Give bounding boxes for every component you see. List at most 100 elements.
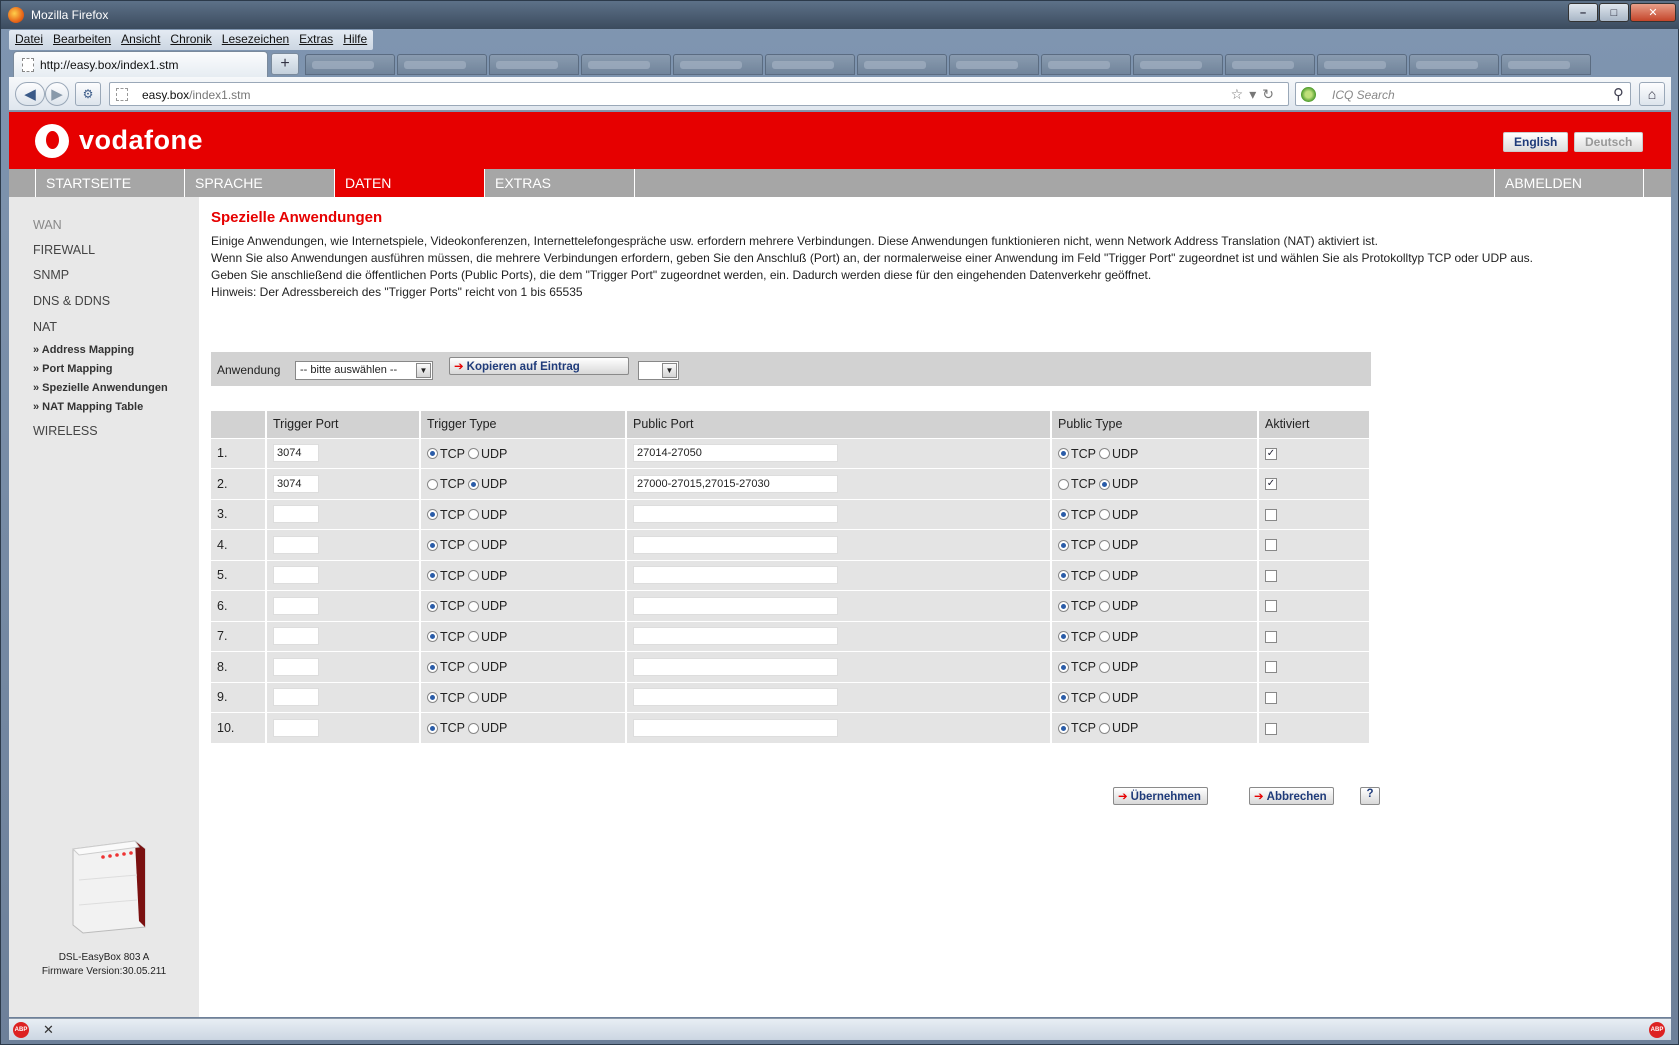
trigger-tcp-radio[interactable]: [427, 448, 438, 460]
nav-sprache[interactable]: SPRACHE: [185, 169, 335, 197]
trigger-port-input[interactable]: [273, 596, 319, 615]
public-tcp-radio[interactable]: [1058, 722, 1069, 734]
sidebar-sub-address-mapping[interactable]: » Address Mapping: [33, 344, 134, 356]
trigger-tcp-radio[interactable]: [427, 661, 438, 673]
trigger-udp-radio[interactable]: [468, 631, 479, 643]
sidebar-sub-nat-mapping-table[interactable]: » NAT Mapping Table: [33, 401, 143, 413]
home-icon[interactable]: ⌂: [1639, 82, 1665, 106]
help-button[interactable]: ?: [1360, 787, 1380, 805]
search-engine-icon[interactable]: [1301, 87, 1316, 102]
apply-button[interactable]: ➔ Übernehmen: [1113, 787, 1208, 805]
background-tab[interactable]: [489, 54, 579, 75]
trigger-udp-radio[interactable]: [468, 600, 479, 612]
adblock-icon[interactable]: ABP: [1649, 1022, 1665, 1038]
maximize-button[interactable]: □: [1599, 3, 1629, 22]
public-udp-radio[interactable]: [1099, 539, 1110, 551]
background-tab[interactable]: [949, 54, 1039, 75]
star-icon[interactable]: ☆: [1231, 86, 1250, 102]
public-udp-radio[interactable]: [1099, 448, 1110, 460]
background-tab[interactable]: [1225, 54, 1315, 75]
menu-hilfe[interactable]: Hilfe: [343, 32, 367, 48]
trigger-udp-radio[interactable]: [468, 722, 479, 734]
trigger-port-input[interactable]: [273, 627, 319, 646]
sidebar-item-dns[interactable]: DNS & DDNS: [33, 294, 110, 308]
activated-checkbox[interactable]: [1265, 661, 1277, 674]
public-tcp-radio[interactable]: [1058, 692, 1069, 704]
sidebar-item-wan[interactable]: WAN: [33, 218, 62, 232]
trigger-udp-radio[interactable]: [468, 478, 479, 490]
tab-active[interactable]: http://easy.box/index1.stm: [13, 51, 268, 77]
back-icon[interactable]: ◀: [15, 82, 45, 106]
background-tab[interactable]: [1409, 54, 1499, 75]
cancel-button[interactable]: ➔ Abbrechen: [1249, 787, 1334, 805]
trigger-tcp-radio[interactable]: [427, 509, 438, 521]
activated-checkbox[interactable]: [1265, 539, 1277, 552]
public-port-input[interactable]: [633, 505, 838, 524]
activated-checkbox[interactable]: [1265, 600, 1277, 613]
trigger-port-input[interactable]: [273, 535, 319, 554]
background-tab[interactable]: [1317, 54, 1407, 75]
search-icon[interactable]: ⚲: [1613, 85, 1624, 103]
trigger-tcp-radio[interactable]: [427, 600, 438, 612]
trigger-port-input[interactable]: [273, 657, 319, 676]
public-tcp-radio[interactable]: [1058, 478, 1069, 490]
public-tcp-radio[interactable]: [1058, 448, 1069, 460]
public-tcp-radio[interactable]: [1058, 509, 1069, 521]
public-port-input[interactable]: [633, 535, 838, 554]
trigger-udp-radio[interactable]: [468, 570, 479, 582]
address-bar[interactable]: easy.box/index1.stm ☆▾↻: [109, 82, 1289, 106]
background-tab[interactable]: [1041, 54, 1131, 75]
background-tab[interactable]: [1133, 54, 1223, 75]
sidebar-item-wireless[interactable]: WIRELESS: [33, 424, 98, 438]
public-port-input[interactable]: [633, 566, 838, 585]
public-port-input[interactable]: [633, 719, 838, 737]
nav-extras[interactable]: EXTRAS: [485, 169, 635, 197]
public-tcp-radio[interactable]: [1058, 539, 1069, 551]
public-udp-radio[interactable]: [1099, 631, 1110, 643]
sidebar-sub-special-applications[interactable]: » Spezielle Anwendungen: [33, 382, 168, 394]
public-port-input[interactable]: [633, 657, 838, 676]
nav-startseite[interactable]: STARTSEITE: [35, 169, 185, 197]
background-tab[interactable]: [765, 54, 855, 75]
public-tcp-radio[interactable]: [1058, 631, 1069, 643]
public-udp-radio[interactable]: [1099, 692, 1110, 704]
activated-checkbox[interactable]: [1265, 508, 1277, 521]
public-udp-radio[interactable]: [1099, 570, 1110, 582]
activated-checkbox[interactable]: ✓: [1265, 447, 1277, 460]
deutsch-button[interactable]: Deutsch: [1574, 132, 1644, 152]
activated-checkbox[interactable]: [1265, 569, 1277, 582]
close-window-button[interactable]: ✕: [1630, 3, 1676, 22]
public-port-input[interactable]: [633, 596, 838, 615]
public-port-input[interactable]: [633, 688, 838, 707]
public-udp-radio[interactable]: [1099, 661, 1110, 673]
dropdown-icon[interactable]: ▾: [1249, 86, 1262, 102]
trigger-tcp-radio[interactable]: [427, 631, 438, 643]
trigger-port-input[interactable]: [273, 719, 319, 737]
activated-checkbox[interactable]: [1265, 691, 1277, 704]
activated-checkbox[interactable]: ✓: [1265, 478, 1277, 491]
public-udp-radio[interactable]: [1099, 600, 1110, 612]
public-tcp-radio[interactable]: [1058, 661, 1069, 673]
trigger-udp-radio[interactable]: [468, 448, 479, 460]
copy-to-entry-button[interactable]: ➔ Kopieren auf Eintrag: [449, 357, 629, 375]
public-tcp-radio[interactable]: [1058, 600, 1069, 612]
trigger-tcp-radio[interactable]: [427, 692, 438, 704]
trigger-udp-radio[interactable]: [468, 661, 479, 673]
public-port-input[interactable]: 27000-27015,27015-27030: [633, 474, 838, 493]
menu-bearbeiten[interactable]: Bearbeiten: [53, 32, 111, 48]
menu-datei[interactable]: Datei: [15, 32, 43, 48]
trigger-tcp-radio[interactable]: [427, 722, 438, 734]
trigger-tcp-radio[interactable]: [427, 539, 438, 551]
public-port-input[interactable]: [633, 627, 838, 646]
identity-icon[interactable]: ⚙: [75, 82, 101, 106]
background-tab[interactable]: [305, 54, 395, 75]
menu-extras[interactable]: Extras: [299, 32, 333, 48]
menu-ansicht[interactable]: Ansicht: [121, 32, 160, 48]
public-port-input[interactable]: 27014-27050: [633, 444, 838, 463]
entry-select[interactable]: ▼: [638, 361, 679, 380]
background-tab[interactable]: [673, 54, 763, 75]
minimize-button[interactable]: –: [1568, 3, 1598, 22]
sidebar-item-snmp[interactable]: SNMP: [33, 268, 69, 282]
background-tab[interactable]: [857, 54, 947, 75]
reload-icon[interactable]: ↻: [1262, 86, 1280, 102]
